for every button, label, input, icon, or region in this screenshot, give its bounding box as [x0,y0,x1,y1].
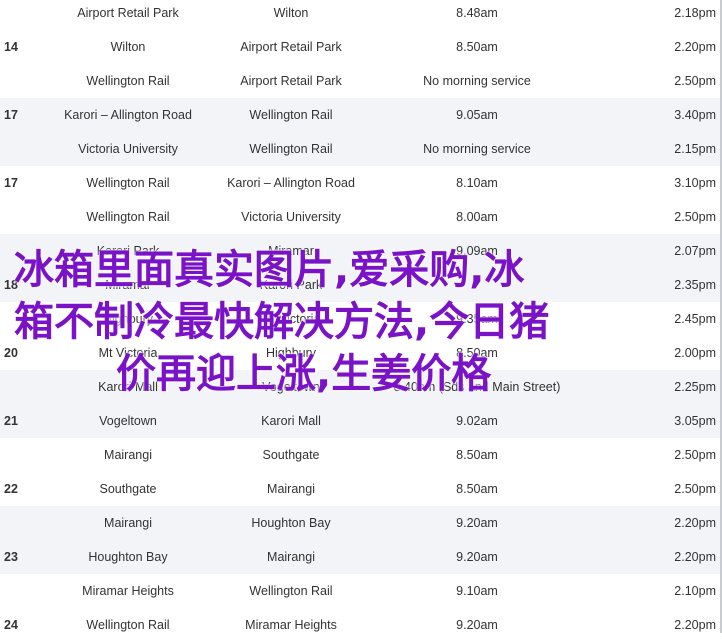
route-number [4,64,34,98]
route-number [4,574,34,608]
route-number: 17 [4,108,18,122]
afternoon-time: 3.40pm [674,108,716,122]
from-stop: Mairangi [104,516,152,530]
headline-line: 箱不制冷最快解决方法,今日猪 [14,299,550,345]
afternoon-time: 2.18pm [674,6,716,20]
from-stop: Wellington Rail [86,74,170,88]
table-row: Wellington Rail Victoria University 8.00… [0,200,722,234]
table-row: 17 Wellington Rail Karori – Allington Ro… [0,166,722,200]
from-stop: Wellington Rail [86,210,170,224]
route-number [4,506,34,540]
route-number: 14 [4,40,18,54]
table-row: Airport Retail Park Wilton 8.48am 2.18pm [0,0,722,30]
from-stop: Mairangi [104,448,152,462]
route-number: 23 [4,550,18,564]
from-stop: Vogeltown [99,414,157,428]
morning-time: 8.48am [456,6,498,20]
headline-overlay: 冰箱里面真实图片,爱采购,冰 箱不制冷最快解决方法,今日猪 价再迎上涨,生姜价格 [14,244,704,400]
morning-time: 8.00am [456,210,498,224]
from-stop: Miramar Heights [82,584,174,598]
to-stop: Wellington Rail [249,108,333,122]
table-row: 24 Wellington Rail Miramar Heights 9.20a… [0,608,722,642]
afternoon-time: 2.10pm [674,584,716,598]
table-row: Mairangi Southgate 8.50am 2.50pm [0,438,722,472]
from-stop: Wilton [110,40,146,54]
to-stop: Mairangi [267,482,315,496]
afternoon-time: 2.20pm [674,40,716,54]
table-row: 21 Vogeltown Karori Mall 9.02am 3.05pm [0,404,722,438]
afternoon-time: 3.10pm [674,176,716,190]
route-number [4,200,34,234]
headline-line: 价再迎上涨,生姜价格 [116,351,492,397]
afternoon-time: 2.20pm [674,516,716,530]
from-stop: Airport Retail Park [77,6,179,20]
morning-time: No morning service [423,74,531,88]
table-row: 22 Southgate Mairangi 8.50am 2.50pm [0,472,722,506]
afternoon-time: 3.05pm [674,414,716,428]
route-number: 22 [4,482,18,496]
morning-time: 9.20am [456,516,498,530]
to-stop: Karori – Allington Road [227,176,355,190]
route-number: 17 [4,176,18,190]
morning-time: No morning service [423,142,531,156]
to-stop: Airport Retail Park [240,74,342,88]
to-stop: Karori Mall [261,414,321,428]
from-stop: Wellington Rail [86,176,170,190]
route-number: 21 [4,414,18,428]
table-row: Miramar Heights Wellington Rail 9.10am 2… [0,574,722,608]
table-row: Wellington Rail Airport Retail Park No m… [0,64,722,98]
headline-line: 冰箱里面真实图片,爱采购,冰 [14,247,525,293]
afternoon-time: 2.50pm [674,448,716,462]
afternoon-time: 2.50pm [674,210,716,224]
to-stop: Southgate [262,448,320,462]
from-stop: Wellington Rail [86,618,170,632]
to-stop: Wilton [273,6,309,20]
morning-time: 8.50am [456,482,498,496]
from-stop: Southgate [99,482,157,496]
to-stop: Houghton Bay [251,516,331,530]
morning-time: 8.50am [456,448,498,462]
table-row: 23 Houghton Bay Mairangi 9.20am 2.20pm [0,540,722,574]
afternoon-time: 2.20pm [674,550,716,564]
table-row: 14 Wilton Airport Retail Park 8.50am 2.2… [0,30,722,64]
afternoon-time: 2.50pm [674,482,716,496]
from-stop: Karori – Allington Road [64,108,192,122]
table-row: Victoria University Wellington Rail No m… [0,132,722,166]
table-row: 17 Karori – Allington Road Wellington Ra… [0,98,722,132]
afternoon-time: 2.50pm [674,74,716,88]
route-number: 24 [4,618,18,632]
to-stop: Wellington Rail [249,142,333,156]
morning-time: 9.20am [456,618,498,632]
route-number [4,438,34,472]
morning-time: 9.05am [456,108,498,122]
to-stop: Victoria University [241,210,341,224]
to-stop: Miramar Heights [245,618,337,632]
morning-time: 9.10am [456,584,498,598]
morning-time: 9.02am [456,414,498,428]
route-number [4,0,34,30]
to-stop: Wellington Rail [249,584,333,598]
morning-time: 8.10am [456,176,498,190]
afternoon-time: 2.20pm [674,618,716,632]
afternoon-time: 2.15pm [674,142,716,156]
morning-time: 8.50am [456,40,498,54]
to-stop: Airport Retail Park [240,40,342,54]
from-stop: Houghton Bay [88,550,168,564]
route-number [4,132,34,166]
to-stop: Mairangi [267,550,315,564]
table-row: Mairangi Houghton Bay 9.20am 2.20pm [0,506,722,540]
morning-time: 9.20am [456,550,498,564]
from-stop: Victoria University [78,142,178,156]
